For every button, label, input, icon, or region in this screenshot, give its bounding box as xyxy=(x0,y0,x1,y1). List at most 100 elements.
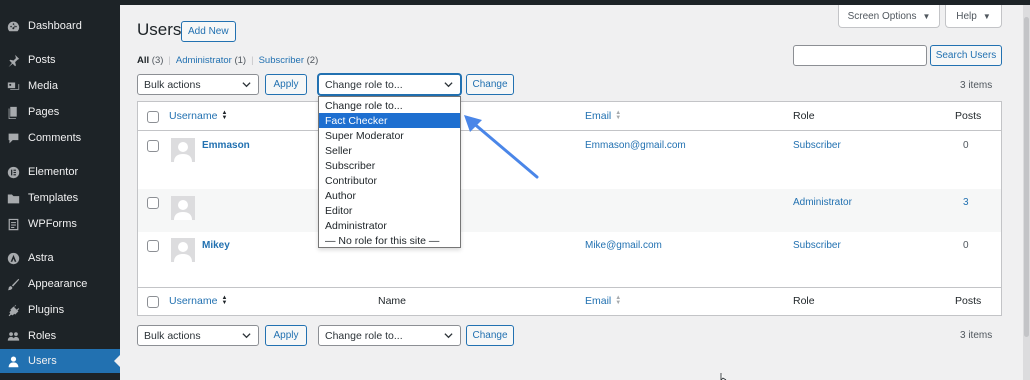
search-users-button[interactable]: Search Users xyxy=(930,45,1002,66)
role-option[interactable]: Editor xyxy=(319,203,460,218)
role-option[interactable]: Subscriber xyxy=(319,158,460,173)
column-username[interactable]: Username ▲ ▼ xyxy=(169,110,227,122)
sidebar-item-elementor[interactable]: Elementor xyxy=(0,160,120,184)
sidebar-item-label: Comments xyxy=(28,132,82,144)
sidebar-item-astra[interactable]: Astra xyxy=(0,246,120,270)
change-role-select[interactable]: Change role to... xyxy=(318,74,461,95)
column-role: Role xyxy=(793,110,815,122)
sort-icon: ▲ ▼ xyxy=(221,110,228,121)
column-name: Name xyxy=(378,295,407,307)
add-new-button[interactable]: Add New xyxy=(181,21,236,42)
apply-button[interactable]: Apply xyxy=(265,74,307,95)
role-option[interactable]: Super Moderator xyxy=(319,128,460,143)
sidebar-item-posts[interactable]: Posts xyxy=(0,48,120,72)
sidebar-item-media[interactable]: Media xyxy=(0,74,120,98)
posts-count: 0 xyxy=(963,140,969,151)
filter-separator: | xyxy=(251,55,254,66)
chevron-down-icon xyxy=(242,82,251,88)
bulk-actions-select[interactable]: Bulk actions xyxy=(137,74,259,95)
elementor-icon xyxy=(6,165,20,179)
column-email[interactable]: Email ▲ ▼ xyxy=(585,110,621,122)
sidebar-item-comments[interactable]: Comments xyxy=(0,126,120,150)
role-option-selected[interactable]: Fact Checker xyxy=(319,113,460,128)
change-button-bottom[interactable]: Change xyxy=(466,325,514,346)
role-option[interactable]: Seller xyxy=(319,143,460,158)
annotation-arrow-icon xyxy=(464,115,539,179)
sort-icon: ▲ ▼ xyxy=(221,295,228,306)
change-button[interactable]: Change xyxy=(466,74,514,95)
posts-count[interactable]: 3 xyxy=(963,197,969,208)
email-link[interactable]: Mike@gmail.com xyxy=(585,240,662,251)
sidebar-item-roles[interactable]: Roles xyxy=(0,324,120,348)
role-link[interactable]: Subscriber xyxy=(793,140,841,151)
select-all-checkbox[interactable] xyxy=(147,111,159,123)
scrollbar-thumb[interactable] xyxy=(1024,17,1029,337)
bulk-actions-value: Bulk actions xyxy=(144,78,201,91)
sidebar-item-label: Appearance xyxy=(28,278,88,290)
admin-sidebar: Dashboard Posts Media Pages Comments Ele… xyxy=(0,5,120,380)
comment-icon xyxy=(6,131,20,145)
filter-subscriber[interactable]: Subscriber (2) xyxy=(259,55,319,66)
table-footer: Username ▲ ▼ Name Email ▲ ▼ Role Posts xyxy=(138,287,1001,315)
change-role-value: Change role to... xyxy=(325,78,403,91)
astra-icon xyxy=(6,251,20,265)
sidebar-item-plugins[interactable]: Plugins xyxy=(0,298,120,322)
plug-icon xyxy=(6,303,20,317)
change-role-select-bottom[interactable]: Change role to... xyxy=(318,325,461,346)
apply-button-bottom[interactable]: Apply xyxy=(265,325,307,346)
user-icon xyxy=(6,354,20,368)
sidebar-item-dashboard[interactable]: Dashboard xyxy=(0,14,120,38)
chevron-down-icon xyxy=(444,333,453,339)
role-option[interactable]: Administrator xyxy=(319,218,460,233)
sidebar-item-templates[interactable]: Templates xyxy=(0,186,120,210)
table-row: Administrator 3 xyxy=(138,189,1001,232)
table-row: Emmason Emmason@gmail.com Subscriber 0 xyxy=(138,131,1001,189)
media-icon xyxy=(6,79,20,93)
row-checkbox[interactable] xyxy=(147,197,159,209)
chevron-down-icon xyxy=(242,333,251,339)
row-checkbox[interactable] xyxy=(147,140,159,152)
sidebar-item-label: Posts xyxy=(28,54,56,66)
role-option[interactable]: — No role for this site — xyxy=(319,233,460,248)
username-link[interactable]: Mikey xyxy=(202,240,230,251)
caret-down-icon: ▼ xyxy=(922,11,931,21)
help-label: Help xyxy=(956,10,977,22)
scrollbar[interactable] xyxy=(1023,5,1030,380)
wpforms-icon xyxy=(6,217,20,231)
role-link[interactable]: Administrator xyxy=(793,197,852,208)
bulk-actions-select-bottom[interactable]: Bulk actions xyxy=(137,325,259,346)
sidebar-item-label: Media xyxy=(28,80,58,92)
mouse-cursor-icon xyxy=(720,373,727,380)
users-table: Username ▲ ▼ Email ▲ ▼ Role Posts Emmason … xyxy=(137,101,1002,316)
filter-all[interactable]: All (3) xyxy=(137,55,163,66)
column-email[interactable]: Email ▲ ▼ xyxy=(585,295,621,307)
role-option[interactable]: Contributor xyxy=(319,173,460,188)
sidebar-item-wpforms[interactable]: WPForms xyxy=(0,212,120,236)
sidebar-item-label: WPForms xyxy=(28,218,77,230)
filter-administrator[interactable]: Administrator (1) xyxy=(176,55,246,66)
search-input[interactable] xyxy=(793,45,927,66)
row-checkbox[interactable] xyxy=(147,240,159,252)
column-username[interactable]: Username ▲ ▼ xyxy=(169,295,227,307)
sidebar-item-appearance[interactable]: Appearance xyxy=(0,272,120,296)
sidebar-item-label: Astra xyxy=(28,252,54,264)
pin-icon xyxy=(6,53,20,67)
role-option[interactable]: Change role to... xyxy=(319,98,460,113)
email-link[interactable]: Emmason@gmail.com xyxy=(585,140,686,151)
sidebar-item-users[interactable]: Users xyxy=(0,349,120,373)
role-option[interactable]: Author xyxy=(319,188,460,203)
posts-count: 0 xyxy=(963,240,969,251)
sidebar-item-label: Dashboard xyxy=(28,20,82,32)
role-filter-links: All (3) | Administrator (1) | Subscriber… xyxy=(137,55,318,66)
role-link[interactable]: Subscriber xyxy=(793,240,841,251)
sort-icon: ▲ ▼ xyxy=(615,295,622,306)
column-posts: Posts xyxy=(955,295,982,307)
items-count-bottom: 3 items xyxy=(960,330,993,341)
bulk-actions-value: Bulk actions xyxy=(144,329,201,342)
select-all-checkbox[interactable] xyxy=(147,296,159,308)
screen-options-button[interactable]: Screen Options ▼ xyxy=(838,5,940,28)
username-link[interactable]: Emmason xyxy=(202,140,250,151)
sidebar-item-pages[interactable]: Pages xyxy=(0,100,120,124)
sort-icon: ▲ ▼ xyxy=(615,110,622,121)
help-button[interactable]: Help ▼ xyxy=(945,5,1002,28)
